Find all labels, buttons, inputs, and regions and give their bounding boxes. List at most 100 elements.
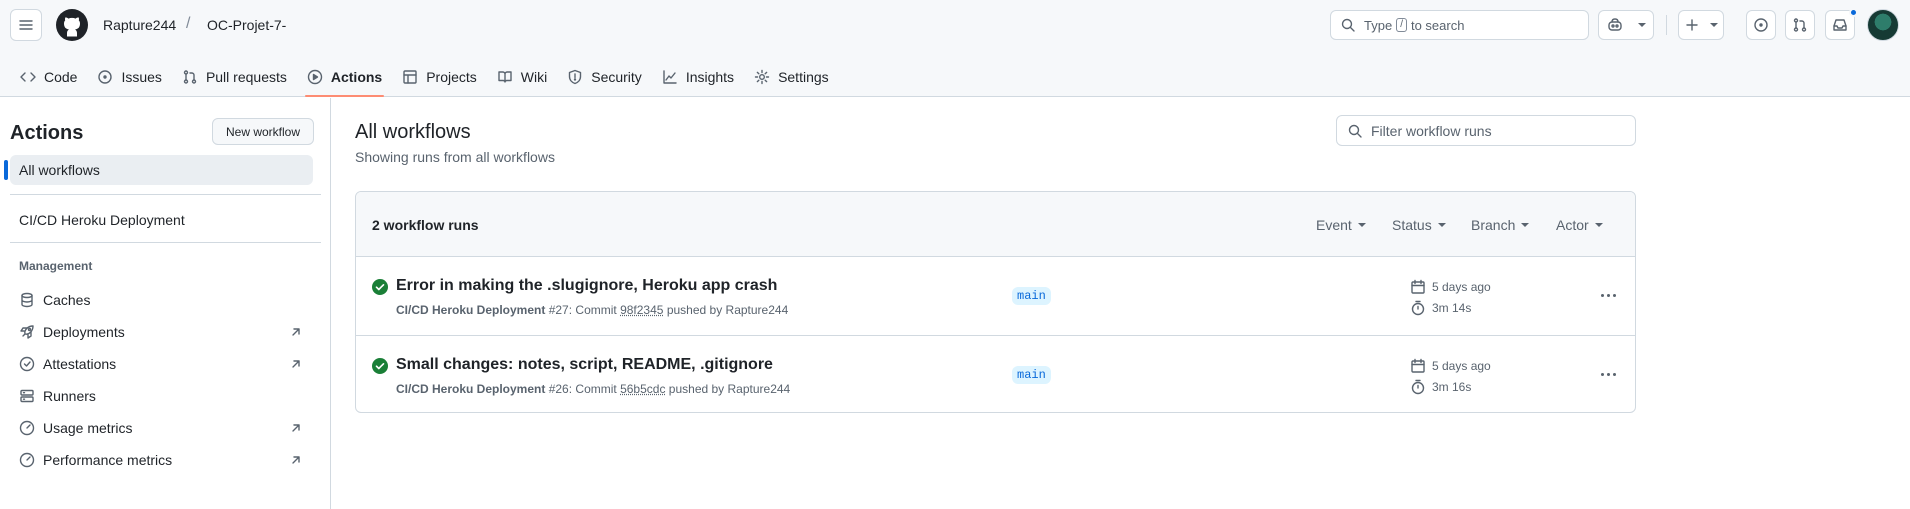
tab-pull-requests[interactable]: Pull requests [172, 56, 297, 97]
run-ago: 5 days ago [1432, 359, 1491, 373]
tab-label: Actions [330, 68, 383, 85]
search-prefix: Type [1364, 17, 1393, 33]
issues-button[interactable] [1746, 10, 1776, 40]
tab-code[interactable]: Code [10, 56, 87, 97]
book-icon [497, 69, 513, 85]
plus-icon [1684, 17, 1700, 33]
filter-status-dropdown[interactable]: Status [1392, 217, 1446, 233]
branch-badge[interactable]: main [1012, 287, 1051, 305]
commit-sha-link[interactable]: 56b5cdc [620, 382, 665, 396]
new-workflow-button[interactable]: New workflow [212, 118, 314, 145]
hamburger-icon [18, 17, 34, 33]
external-link-icon [288, 420, 304, 436]
tab-projects[interactable]: Projects [392, 56, 487, 97]
global-search-input[interactable]: Type / to search [1330, 10, 1589, 40]
pull-requests-button[interactable] [1785, 10, 1815, 40]
external-link-icon [288, 356, 304, 372]
sidebar-item-workflow[interactable]: CI/CD Heroku Deployment [19, 212, 185, 228]
run-duration-value: 3m 14s [1432, 301, 1472, 315]
rocket-icon [19, 324, 35, 340]
commit-sha-link[interactable]: 98f2345 [620, 303, 663, 317]
chevron-down-icon [1637, 23, 1646, 27]
page-subtitle: Showing runs from all workflows [355, 149, 555, 165]
external-link-icon [288, 452, 304, 468]
filter-actor-dropdown[interactable]: Actor [1556, 217, 1603, 233]
run-meta: CI/CD Heroku Deployment #26: Commit 56b5… [396, 382, 790, 396]
kebab-horizontal-icon[interactable] [1596, 285, 1620, 305]
tab-label: Code [44, 68, 78, 85]
sidebar-item-caches[interactable]: Caches [19, 288, 304, 312]
run-commit-label: : Commit [568, 382, 617, 396]
actions-sidebar: Actions New workflow All workflows CI/CD… [0, 98, 331, 509]
branch-badge[interactable]: main [1012, 366, 1051, 384]
run-duration: 3m 16s [1410, 379, 1471, 395]
run-commit-label: : Commit [568, 303, 617, 317]
filter-label: Branch [1471, 217, 1516, 233]
tab-wiki[interactable]: Wiki [487, 56, 557, 97]
sidebar-item-label: Runners [43, 388, 96, 404]
breadcrumb-owner[interactable]: Rapture244 [103, 17, 176, 33]
search-icon [1347, 123, 1363, 139]
graph-icon [662, 69, 678, 85]
play-icon [307, 69, 323, 85]
run-title[interactable]: Error in making the .slugignore, Heroku … [396, 277, 777, 295]
copilot-icon [1607, 17, 1623, 33]
run-ago: 5 days ago [1432, 280, 1491, 294]
filter-event-dropdown[interactable]: Event [1316, 217, 1366, 233]
global-header: Rapture244 / OC-Projet-7- Type / to sear… [0, 0, 1910, 97]
run-row[interactable]: Small changes: notes, script, README, .g… [356, 335, 1635, 412]
chevron-down-icon [1594, 223, 1603, 227]
run-duration-value: 3m 16s [1432, 380, 1472, 394]
create-new-button[interactable] [1678, 10, 1724, 40]
check-circle-icon [372, 279, 388, 295]
breadcrumb-separator: / [186, 15, 191, 32]
chevron-down-icon [1710, 23, 1718, 27]
menu-button[interactable] [10, 9, 42, 41]
search-shortcut-key: / [1396, 18, 1407, 32]
sidebar-title: Actions [10, 122, 84, 144]
chevron-down-icon [1521, 223, 1530, 227]
kebab-horizontal-icon[interactable] [1596, 364, 1620, 384]
chevron-down-icon [1357, 223, 1366, 227]
sidebar-item-runners[interactable]: Runners [19, 384, 304, 408]
shield-icon [567, 69, 583, 85]
run-title[interactable]: Small changes: notes, script, README, .g… [396, 356, 773, 374]
sidebar-item-usage-metrics[interactable]: Usage metrics [19, 416, 304, 440]
header-divider [1666, 15, 1667, 35]
sidebar-item-performance-metrics[interactable]: Performance metrics [19, 448, 304, 472]
sidebar-item-label: Caches [43, 292, 91, 308]
sidebar-item-all-workflows[interactable]: All workflows [4, 155, 313, 185]
tab-issues[interactable]: Issues [87, 56, 171, 97]
run-workflow-name: CI/CD Heroku Deployment [396, 382, 546, 396]
tab-settings[interactable]: Settings [744, 56, 839, 97]
workflow-runs-list: 2 workflow runs Event Status Branch Acto… [355, 191, 1636, 413]
git-pull-request-icon [182, 69, 198, 85]
sidebar-item-label: Attestations [43, 356, 117, 372]
breadcrumb-repo[interactable]: OC-Projet-7- [207, 17, 286, 33]
git-pull-request-icon [1792, 17, 1808, 33]
copilot-button[interactable] [1598, 10, 1654, 40]
inbox-icon [1832, 17, 1848, 33]
notification-dot [1849, 8, 1858, 17]
run-number: #26 [548, 382, 569, 396]
tab-insights[interactable]: Insights [652, 56, 744, 97]
run-meta: CI/CD Heroku Deployment #27: Commit 98f2… [396, 303, 788, 317]
run-pushed-by: pushed by Rapture244 [666, 303, 789, 317]
sidebar-item-deployments[interactable]: Deployments [19, 320, 304, 344]
sidebar-item-attestations[interactable]: Attestations [19, 352, 304, 376]
sidebar-item-label: Usage metrics [43, 420, 133, 436]
runs-count: 2 workflow runs [372, 217, 479, 233]
filter-branch-dropdown[interactable]: Branch [1471, 217, 1530, 233]
run-row[interactable]: Error in making the .slugignore, Heroku … [356, 257, 1635, 335]
calendar-icon [1410, 279, 1426, 295]
tab-actions[interactable]: Actions [297, 56, 392, 97]
issue-opened-icon [1753, 17, 1769, 33]
github-logo-icon[interactable] [56, 9, 88, 41]
avatar[interactable] [1867, 9, 1899, 41]
tab-label: Wiki [520, 68, 548, 85]
check-circle-icon [372, 358, 388, 374]
repo-nav: Code Issues Pull requests Actions Projec… [0, 56, 839, 97]
tab-label: Projects [426, 68, 477, 85]
filter-runs-input[interactable]: Filter workflow runs [1336, 115, 1636, 146]
tab-security[interactable]: Security [557, 56, 652, 97]
